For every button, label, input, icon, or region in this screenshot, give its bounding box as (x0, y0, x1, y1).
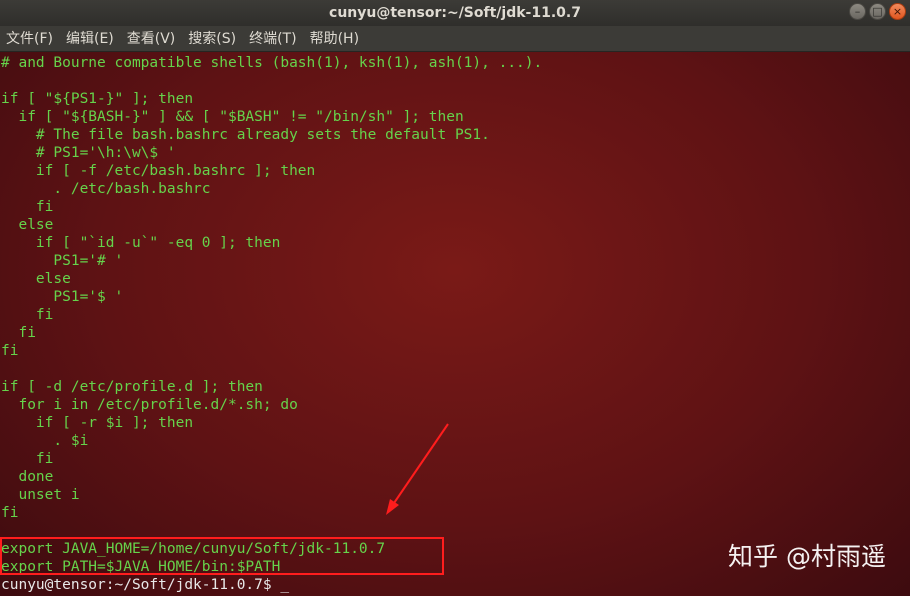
terminal-line: fi (1, 307, 54, 323)
text-cursor: _ (280, 577, 290, 593)
terminal-line: done (1, 469, 54, 485)
terminal-line: . /etc/bash.bashrc (1, 181, 211, 197)
terminal-line: PS1='$ ' (1, 289, 124, 305)
terminal-line: unset i (1, 487, 80, 503)
terminal-area[interactable]: # and Bourne compatible shells (bash(1),… (0, 52, 910, 596)
terminal-output: # and Bourne compatible shells (bash(1),… (1, 54, 542, 594)
terminal-line: fi (1, 505, 19, 521)
close-button[interactable]: × (889, 3, 906, 20)
terminal-line: if [ -d /etc/profile.d ]; then (1, 379, 263, 395)
terminal-line: if [ "${BASH-}" ] && [ "$BASH" != "/bin/… (1, 109, 464, 125)
terminal-line: # PS1='\h:\w\$ ' (1, 145, 176, 161)
terminal-line: if [ "`id -u`" -eq 0 ]; then (1, 235, 281, 251)
terminal-line: fi (1, 451, 54, 467)
terminal-line: if [ -f /etc/bash.bashrc ]; then (1, 163, 316, 179)
terminal-line: for i in /etc/profile.d/*.sh; do (1, 397, 298, 413)
terminal-line: fi (1, 343, 19, 359)
terminal-line: if [ -r $i ]; then (1, 415, 194, 431)
menu-view[interactable]: 查看(V) (127, 26, 176, 52)
menu-help[interactable]: 帮助(H) (310, 26, 359, 52)
terminal-line: PS1='# ' (1, 253, 124, 269)
window-controls: – □ × (849, 3, 906, 20)
window-titlebar[interactable]: cunyu@tensor:~/Soft/jdk-11.0.7 – □ × (0, 0, 910, 26)
menu-search[interactable]: 搜索(S) (188, 26, 236, 52)
terminal-line: if [ "${PS1-}" ]; then (1, 91, 194, 107)
terminal-line: else (1, 217, 54, 233)
terminal-line: # and Bourne compatible shells (bash(1),… (1, 55, 543, 71)
menu-file[interactable]: 文件(F) (6, 26, 53, 52)
menu-edit[interactable]: 编辑(E) (66, 26, 114, 52)
menu-bar: 文件(F) 编辑(E) 查看(V) 搜索(S) 终端(T) 帮助(H) (0, 26, 910, 52)
terminal-line: . $i (1, 433, 89, 449)
terminal-line: fi (1, 325, 36, 341)
shell-prompt: cunyu@tensor:~/Soft/jdk-11.0.7$ (1, 577, 281, 593)
minimize-button[interactable]: – (849, 3, 866, 20)
watermark-text: 知乎 @村雨遥 (728, 542, 886, 571)
highlight-box (0, 537, 444, 575)
terminal-line: fi (1, 199, 54, 215)
maximize-button[interactable]: □ (869, 3, 886, 20)
menu-terminal[interactable]: 终端(T) (249, 26, 296, 52)
terminal-line: # The file bash.bashrc already sets the … (1, 127, 490, 143)
shell-prompt-line[interactable]: cunyu@tensor:~/Soft/jdk-11.0.7$ _ (1, 576, 542, 594)
terminal-line: else (1, 271, 71, 287)
window-title: cunyu@tensor:~/Soft/jdk-11.0.7 (329, 5, 581, 21)
